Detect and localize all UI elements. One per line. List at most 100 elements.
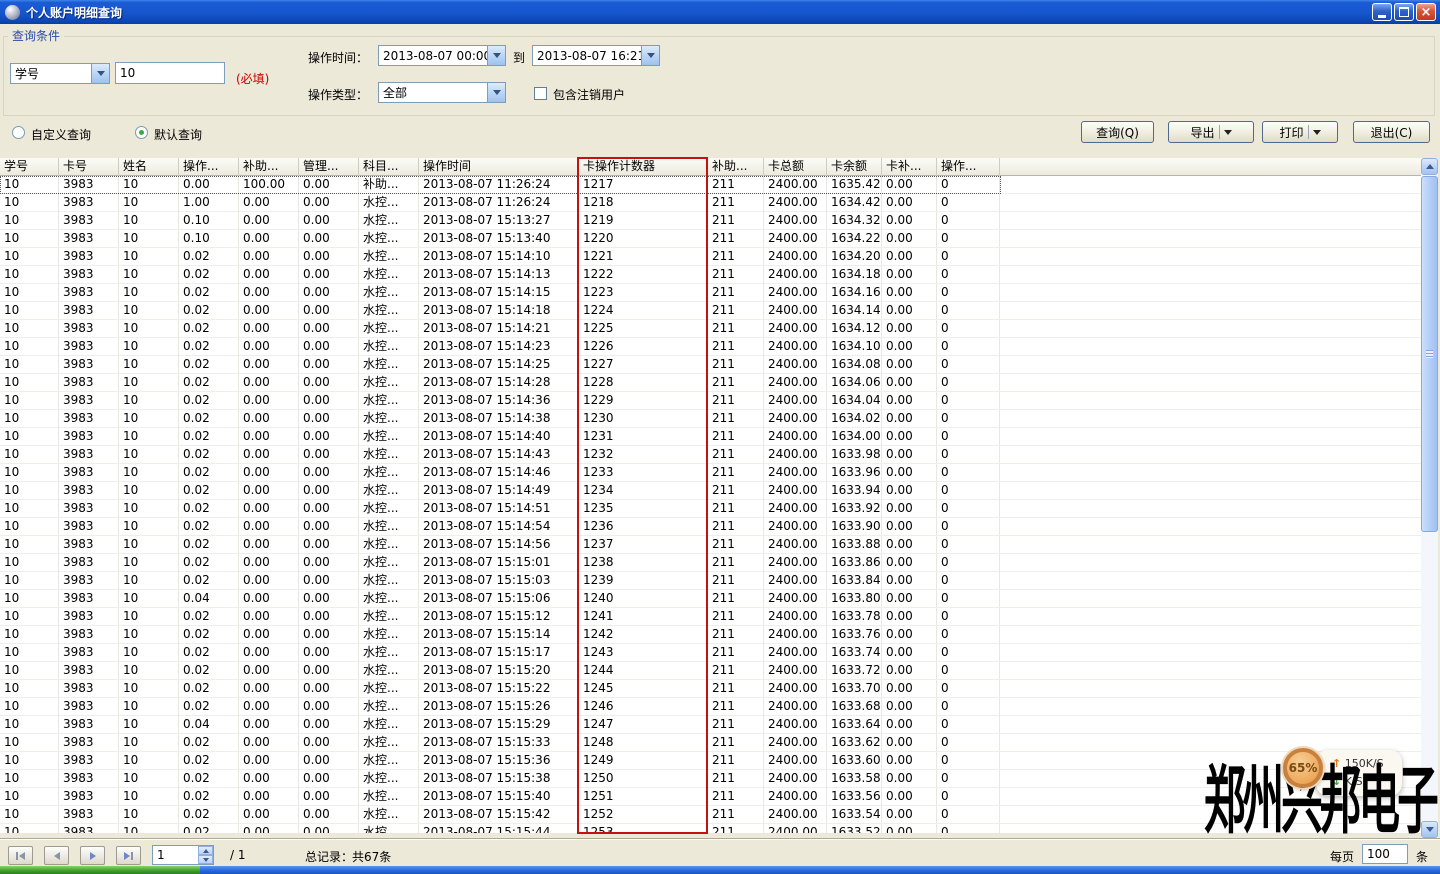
table-row[interactable]: 103983101.000.000.00水控...2013-08-07 11:2…	[0, 194, 1421, 212]
column-header[interactable]: 卡号	[59, 158, 119, 176]
custom-query-radio[interactable]	[12, 126, 25, 139]
chevron-down-icon[interactable]	[641, 46, 659, 65]
table-cell: 211	[708, 788, 764, 805]
table-cell: 0.00	[882, 788, 937, 805]
include-cancelled-checkbox[interactable]	[534, 87, 547, 100]
exit-button[interactable]: 退出(C)	[1353, 121, 1430, 143]
table-row[interactable]: 103983100.020.000.00水控...2013-08-07 15:1…	[0, 644, 1421, 662]
table-cell: 0.00	[239, 500, 299, 517]
table-row[interactable]: 103983100.040.000.00水控...2013-08-07 15:1…	[0, 716, 1421, 734]
table-row[interactable]: 103983100.020.000.00水控...2013-08-07 15:1…	[0, 392, 1421, 410]
table-row[interactable]: 103983100.040.000.00水控...2013-08-07 15:1…	[0, 590, 1421, 608]
table-row[interactable]: 103983100.020.000.00水控...2013-08-07 15:1…	[0, 734, 1421, 752]
table-row[interactable]: 103983100.020.000.00水控...2013-08-07 15:1…	[0, 500, 1421, 518]
export-button[interactable]: 导出	[1168, 121, 1254, 143]
table-row[interactable]: 103983100.100.000.00水控...2013-08-07 15:1…	[0, 230, 1421, 248]
column-header[interactable]: 科目...	[359, 158, 419, 176]
time-from-select[interactable]: 2013-08-07 00:00	[378, 45, 506, 66]
table-row[interactable]: 103983100.020.000.00水控...2013-08-07 15:1…	[0, 608, 1421, 626]
scrollbar-thumb[interactable]	[1421, 176, 1438, 532]
table-row[interactable]: 103983100.020.000.00水控...2013-08-07 15:1…	[0, 680, 1421, 698]
table-row[interactable]: 103983100.020.000.00水控...2013-08-07 15:1…	[0, 464, 1421, 482]
table-cell: 1634.02	[827, 410, 882, 427]
table-row[interactable]: 103983100.100.000.00水控...2013-08-07 15:1…	[0, 212, 1421, 230]
column-header[interactable]: 学号	[0, 158, 59, 176]
column-header[interactable]: 卡总额	[764, 158, 827, 176]
exit-button-label: 退出(C)	[1371, 124, 1413, 141]
column-header[interactable]: 管理...	[299, 158, 359, 176]
table-row[interactable]: 103983100.020.000.00水控...2013-08-07 15:1…	[0, 302, 1421, 320]
column-header[interactable]: 补助...	[239, 158, 299, 176]
table-row[interactable]: 103983100.020.000.00水控...2013-08-07 15:1…	[0, 320, 1421, 338]
table-cell: 0.00	[882, 572, 937, 589]
table-row[interactable]: 103983100.020.000.00水控...2013-08-07 15:1…	[0, 338, 1421, 356]
close-button[interactable]: ×	[1416, 3, 1436, 21]
table-row[interactable]: 103983100.020.000.00水控...2013-08-07 15:1…	[0, 248, 1421, 266]
chevron-down-icon[interactable]	[1224, 130, 1232, 135]
column-header[interactable]: 卡补...	[882, 158, 937, 176]
query-field-select[interactable]: 学号	[10, 63, 110, 84]
query-value-input[interactable]: 10	[115, 62, 225, 84]
table-cell: 0.02	[179, 482, 239, 499]
table-cell: 0.00	[239, 446, 299, 463]
column-header[interactable]: 卡操作计数器	[579, 158, 708, 176]
table-cell: 0	[937, 788, 1000, 805]
table-row[interactable]: 103983100.020.000.00水控...2013-08-07 15:1…	[0, 374, 1421, 392]
table-cell: 3983	[59, 662, 119, 679]
table-cell: 10	[119, 338, 179, 355]
restore-button[interactable]	[1394, 3, 1414, 21]
chevron-down-icon[interactable]	[487, 46, 505, 65]
table-row[interactable]: 103983100.020.000.00水控...2013-08-07 15:1…	[0, 428, 1421, 446]
scroll-up-button[interactable]	[1421, 158, 1438, 175]
spin-up-button[interactable]	[198, 846, 213, 855]
table-cell: 0.02	[179, 518, 239, 535]
table-cell: 211	[708, 698, 764, 715]
table-row[interactable]: 103983100.020.000.00水控...2013-08-07 15:1…	[0, 356, 1421, 374]
default-query-radio[interactable]	[135, 126, 148, 139]
minimize-button[interactable]	[1372, 3, 1392, 21]
table-cell: 10	[0, 212, 59, 229]
table-row[interactable]: 103983100.020.000.00水控...2013-08-07 15:1…	[0, 410, 1421, 428]
table-cell: 0.02	[179, 608, 239, 625]
chevron-down-icon[interactable]	[487, 83, 505, 102]
query-button[interactable]: 查询(Q)	[1081, 121, 1154, 143]
print-button[interactable]: 打印	[1262, 121, 1338, 143]
table-row[interactable]: 103983100.020.000.00水控...2013-08-07 15:1…	[0, 572, 1421, 590]
column-header[interactable]: 操作...	[179, 158, 239, 176]
column-header[interactable]: 卡余额	[827, 158, 882, 176]
first-page-button[interactable]	[8, 846, 33, 865]
table-cell: 0.00	[882, 824, 937, 833]
chevron-down-icon[interactable]	[1313, 130, 1321, 135]
next-page-button[interactable]	[80, 846, 105, 865]
prev-page-button[interactable]	[44, 846, 69, 865]
table-row[interactable]: 103983100.020.000.00水控...2013-08-07 15:1…	[0, 482, 1421, 500]
table-row[interactable]: 103983100.020.000.00水控...2013-08-07 15:1…	[0, 626, 1421, 644]
column-header[interactable]: 操作...	[937, 158, 1000, 176]
table-row[interactable]: 103983100.020.000.00水控...2013-08-07 15:1…	[0, 554, 1421, 572]
table-row[interactable]: 103983100.020.000.00水控...2013-08-07 15:1…	[0, 284, 1421, 302]
page-number-input[interactable]: 1	[152, 845, 214, 865]
table-row[interactable]: 103983100.020.000.00水控...2013-08-07 15:1…	[0, 518, 1421, 536]
column-header[interactable]: 操作时间	[419, 158, 579, 176]
column-header[interactable]: 补助...	[708, 158, 764, 176]
table-cell: 0.00	[299, 284, 359, 301]
table-cell: 1237	[579, 536, 708, 553]
table-row[interactable]: 103983100.020.000.00水控...2013-08-07 15:1…	[0, 698, 1421, 716]
table-row[interactable]: 103983100.00100.000.00补助...2013-08-07 11…	[0, 176, 1421, 194]
table-row[interactable]: 103983100.020.000.00水控...2013-08-07 15:1…	[0, 662, 1421, 680]
table-row[interactable]: 103983100.020.000.00水控...2013-08-07 15:1…	[0, 266, 1421, 284]
table-cell: 2013-08-07 15:15:01	[419, 554, 579, 571]
table-cell: 0.00	[882, 320, 937, 337]
per-page-input[interactable]: 100	[1362, 844, 1408, 864]
vertical-scrollbar[interactable]	[1421, 158, 1438, 838]
column-header[interactable]: 姓名	[119, 158, 179, 176]
spin-down-button[interactable]	[198, 855, 213, 864]
progress-badge[interactable]: 65%	[1283, 748, 1323, 788]
last-page-button[interactable]	[116, 846, 141, 865]
table-row[interactable]: 103983100.020.000.00水控...2013-08-07 15:1…	[0, 446, 1421, 464]
type-select[interactable]: 全部	[378, 82, 506, 103]
chevron-down-icon[interactable]	[91, 64, 109, 83]
table-cell: 0.00	[882, 212, 937, 229]
time-to-select[interactable]: 2013-08-07 16:21	[532, 45, 660, 66]
table-row[interactable]: 103983100.020.000.00水控...2013-08-07 15:1…	[0, 536, 1421, 554]
